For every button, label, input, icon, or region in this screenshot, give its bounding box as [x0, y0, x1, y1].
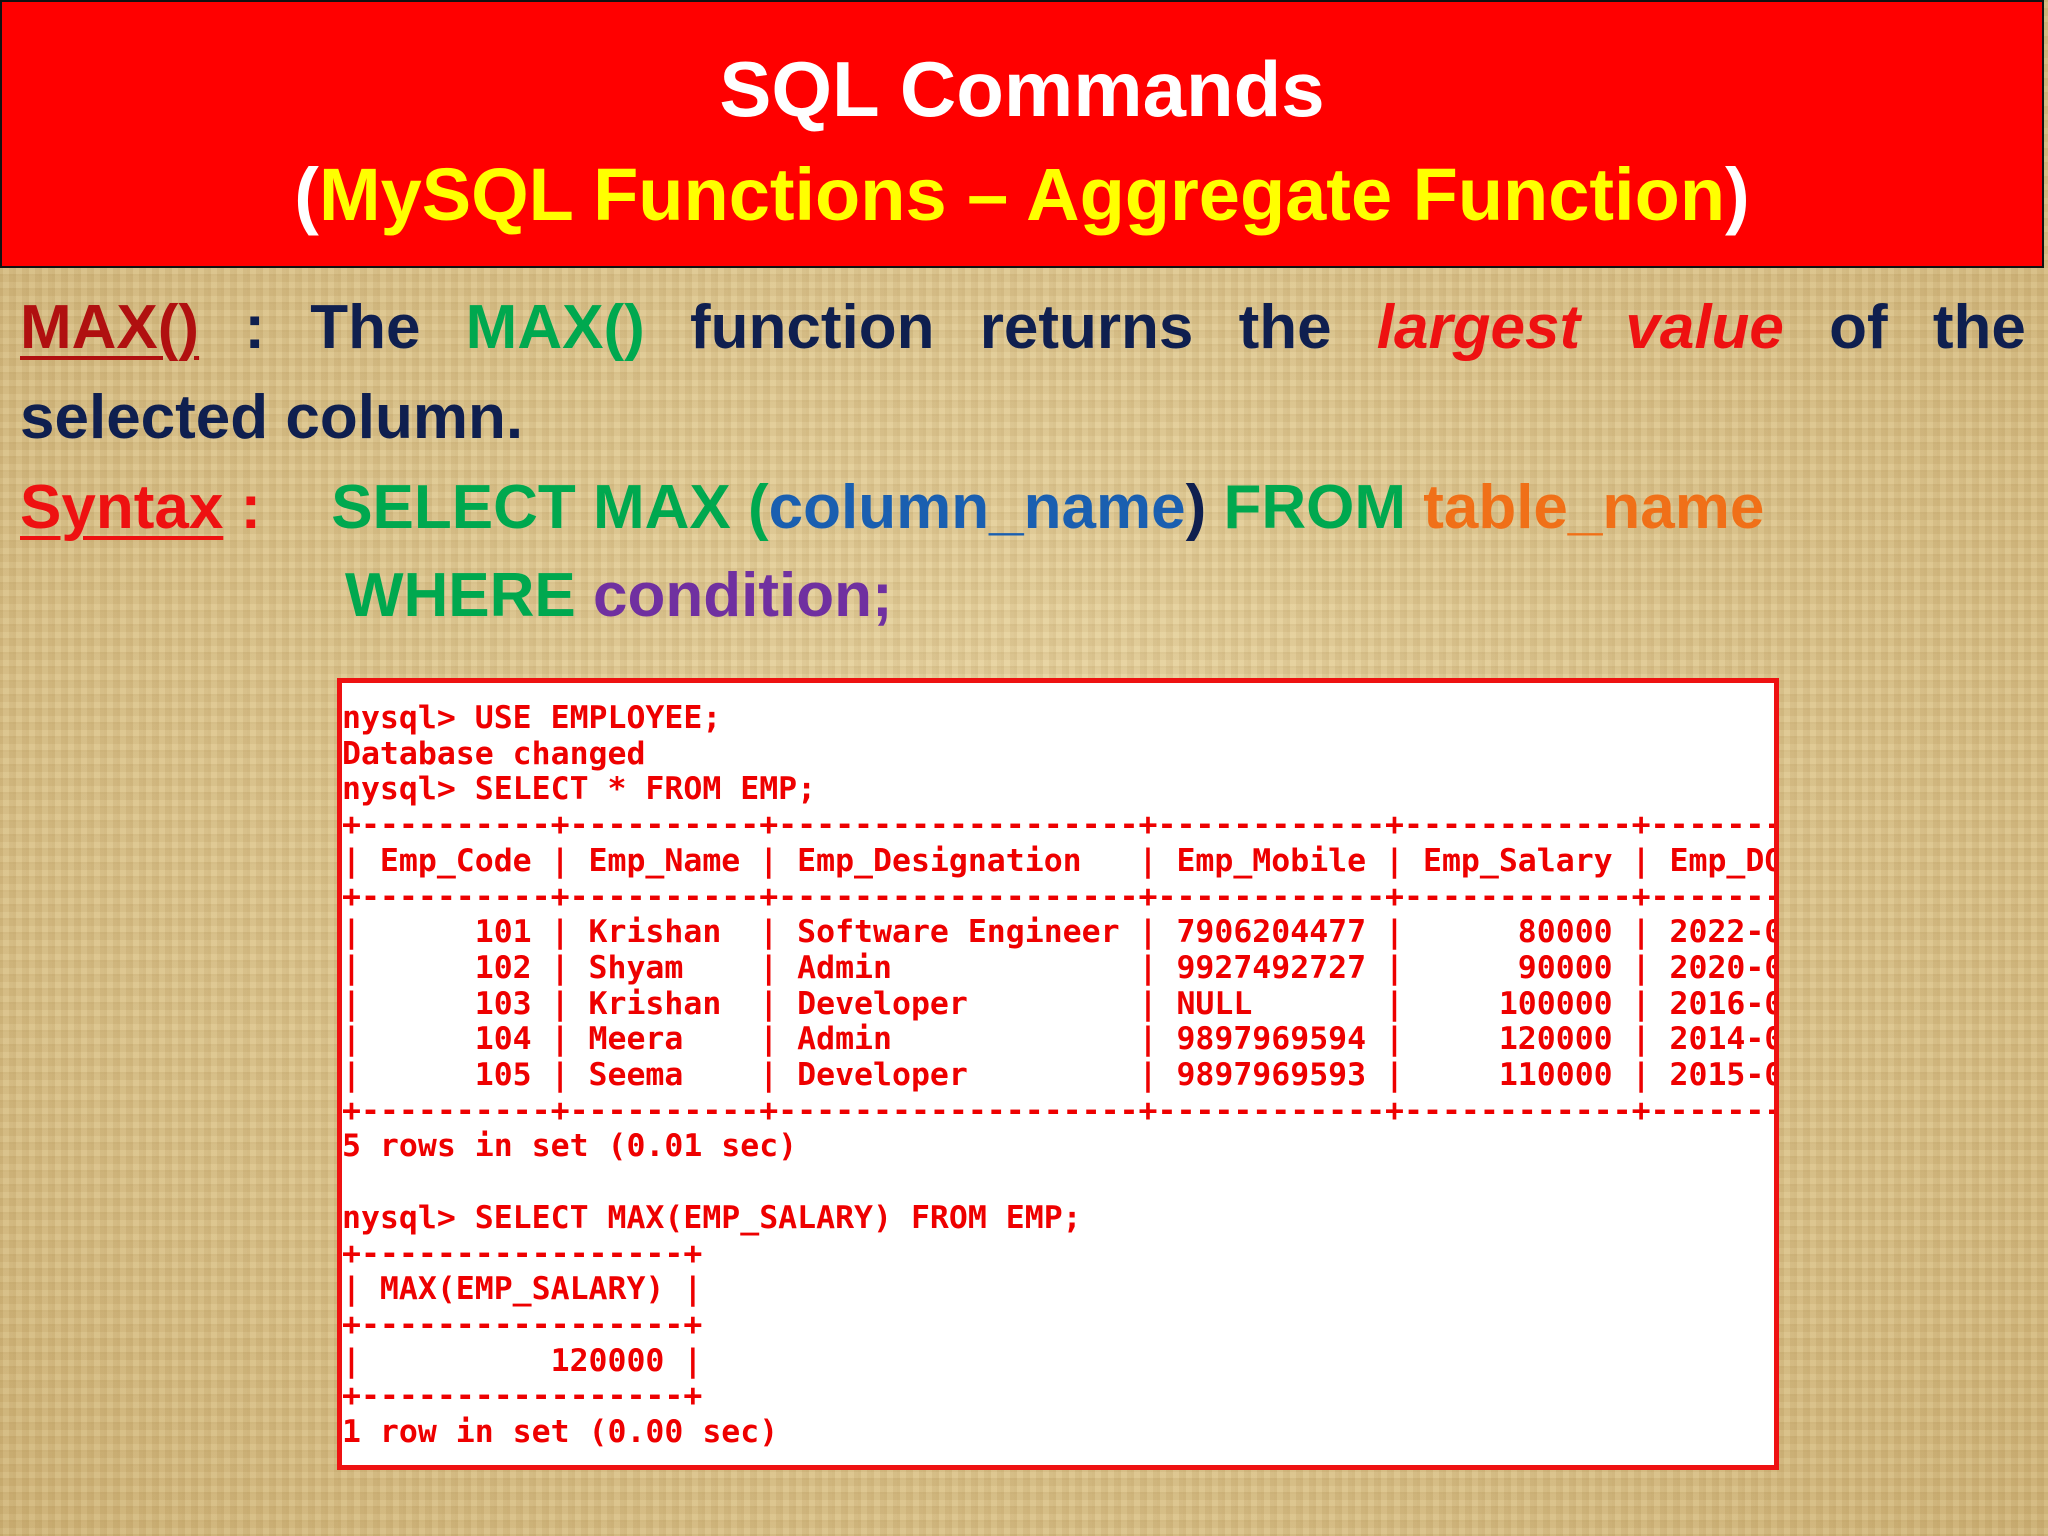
definition-term: MAX(): [20, 293, 200, 362]
syntax-select-max: SELECT MAX (: [331, 473, 769, 542]
syntax-condition: condition;: [593, 561, 893, 630]
syntax-label: Syntax: [20, 473, 224, 542]
console-line: | 101 | Krishan | Software Engineer | 79…: [342, 914, 1779, 951]
console-line: +-----------------+: [342, 1235, 703, 1272]
syntax-colon: :: [223, 473, 262, 542]
definition-word: of: [1829, 293, 1888, 362]
syntax-line-2: WHERE condition;: [345, 558, 893, 634]
definition-word: function: [689, 293, 935, 362]
definition-highlight-word: largest: [1376, 293, 1581, 362]
slide-title: SQL Commands: [719, 45, 1325, 133]
console-line: 5 rows in set (0.01 sec): [342, 1128, 798, 1165]
console-line: +-----------------+: [342, 1306, 703, 1343]
definition-word: the: [1932, 293, 2026, 362]
console-line: Database changed: [342, 735, 646, 772]
slide-subtitle: (MySQL Functions – Aggregate Function): [2, 150, 2042, 240]
syntax-from: FROM: [1206, 473, 1424, 542]
syntax-line-1: Syntax : SELECT MAX (column_name) FROM ta…: [20, 470, 1764, 546]
definition-colon: :: [244, 293, 265, 362]
console-line: +----------+----------+-----------------…: [342, 807, 1779, 844]
console-line: | 104 | Meera | Admin | 9897969594 | 120…: [342, 1021, 1779, 1058]
title-banner: SQL Commands (MySQL Functions – Aggregat…: [0, 0, 2044, 268]
syntax-where: WHERE: [345, 561, 593, 630]
console-line: 1 row in set (0.00 sec): [342, 1414, 779, 1451]
syntax-close-paren: ): [1185, 473, 1207, 542]
console-line: | 120000 |: [342, 1342, 703, 1379]
console-line: | 102 | Shyam | Admin | 9927492727 | 900…: [342, 949, 1779, 986]
console-line: | Emp_Code | Emp_Name | Emp_Designation …: [342, 842, 1779, 879]
syntax-column-name: column_name: [768, 473, 1186, 542]
definition-word: The: [310, 293, 421, 362]
definition-line-1: MAX() : The MAX() function returns the l…: [20, 290, 2026, 366]
mysql-console-screenshot: nysql> USE EMPLOYEE; Database changed ny…: [337, 678, 1779, 1470]
definition-word: returns: [979, 293, 1194, 362]
console-line: | 103 | Krishan | Developer | NULL | 100…: [342, 985, 1779, 1022]
definition-term-group: MAX(): [20, 290, 199, 366]
definition-highlight-word: value: [1625, 293, 1784, 362]
console-line: nysql> USE EMPLOYEE;: [342, 700, 722, 736]
console-line: +-----------------+: [342, 1378, 703, 1415]
console-output: nysql> USE EMPLOYEE; Database changed ny…: [342, 700, 1779, 1451]
console-line: nysql> SELECT * FROM EMP;: [342, 771, 817, 808]
console-line: +----------+----------+-----------------…: [342, 878, 1779, 915]
definition-function-name: MAX(): [465, 293, 645, 362]
console-line: | 105 | Seema | Developer | 9897969593 |…: [342, 1057, 1779, 1094]
console-line: | MAX(EMP_SALARY) |: [342, 1271, 703, 1308]
definition-word: the: [1238, 293, 1332, 362]
console-line: +----------+----------+-----------------…: [342, 1092, 1779, 1129]
console-line: nysql> SELECT MAX(EMP_SALARY) FROM EMP;: [342, 1199, 1082, 1236]
definition-line-2: selected column.: [20, 383, 524, 452]
subtitle-text: MySQL Functions – Aggregate Function: [318, 153, 1726, 236]
subtitle-close-paren: ): [1725, 153, 1750, 236]
syntax-table-name: table_name: [1423, 473, 1765, 542]
subtitle-open-paren: (: [294, 153, 319, 236]
